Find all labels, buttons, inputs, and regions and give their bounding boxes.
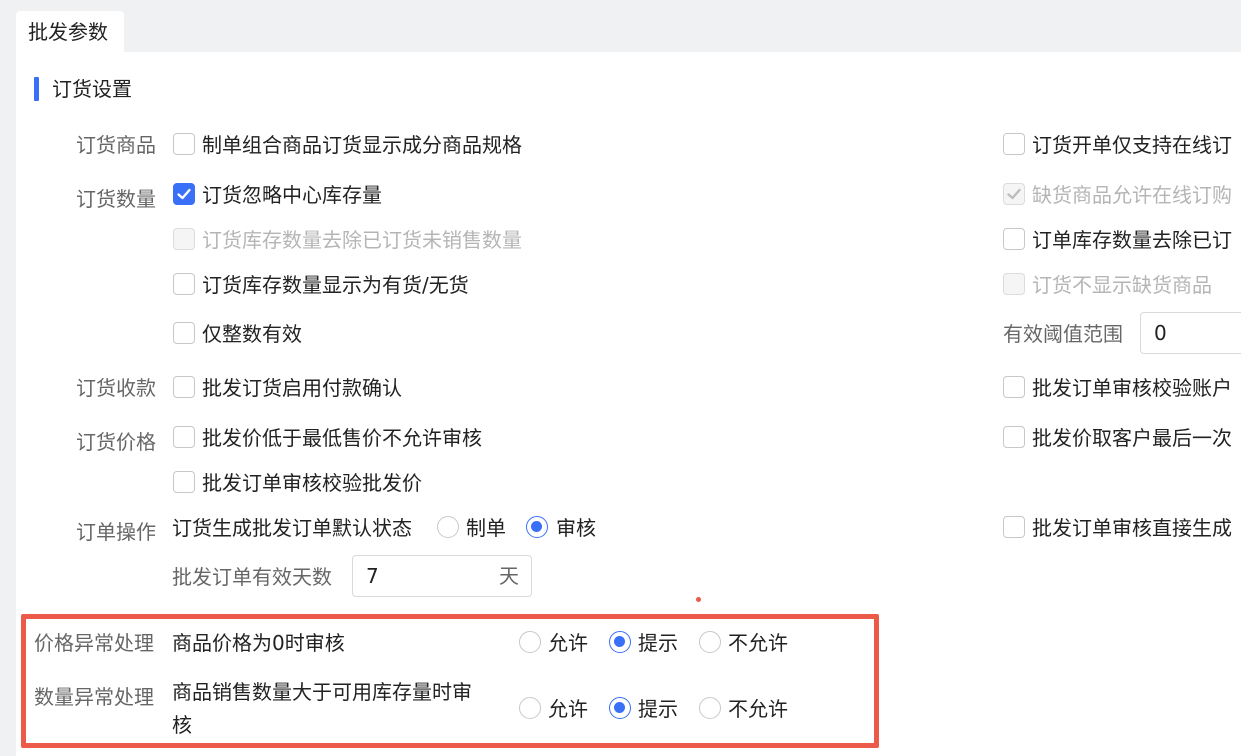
checkbox-payment-confirm[interactable]: [173, 376, 195, 398]
option-label: 订货不显示缺货商品: [1032, 273, 1212, 297]
valid-days-label: 批发订单有效天数: [172, 565, 332, 589]
checkbox-ignore-center-stock[interactable]: [173, 183, 195, 205]
option-label: 订货库存数量去除已订货未销售数量: [202, 228, 522, 252]
checkbox-order-stock-exclude[interactable]: [1003, 228, 1025, 250]
default-status-label: 订货生成批发订单默认状态: [172, 516, 412, 540]
radio-label: 提示: [638, 697, 678, 721]
valid-days-value: 7: [366, 564, 379, 588]
checkbox-allow-shortage-online[interactable]: [1003, 183, 1025, 205]
radio-label: 提示: [638, 631, 678, 655]
row-label-qty-exception: 数量异常处理: [34, 685, 154, 709]
checkbox-integer-only[interactable]: [173, 322, 195, 344]
radio-label: 允许: [548, 697, 588, 721]
threshold-input[interactable]: 0: [1140, 312, 1241, 354]
price-exception-desc: 商品价格为0时审核: [172, 631, 345, 655]
option-label: 仅整数有效: [202, 322, 302, 346]
checkbox-online-order-only[interactable]: [1003, 133, 1025, 155]
option-label: 订货开单仅支持在线订: [1032, 133, 1232, 157]
radio-qty-deny[interactable]: [699, 697, 721, 719]
radio-price-allow[interactable]: [519, 631, 541, 653]
option-label: 批发价取客户最后一次: [1032, 426, 1232, 450]
qty-exception-desc-line2: 核: [172, 713, 192, 737]
checkbox-last-customer-price[interactable]: [1003, 426, 1025, 448]
checkbox-verify-account[interactable]: [1003, 376, 1025, 398]
row-label-payment: 订货收款: [76, 376, 156, 400]
threshold-label: 有效阈值范围: [1003, 322, 1123, 346]
option-label: 批发订单审核校验批发价: [202, 471, 422, 495]
radio-label: 制单: [466, 516, 506, 540]
radio-status-approved[interactable]: [526, 516, 548, 538]
valid-days-input[interactable]: 7 天: [352, 555, 532, 597]
option-label: 批发价低于最低售价不允许审核: [202, 426, 482, 450]
option-label: 批发订货启用付款确认: [202, 376, 402, 400]
checkbox-verify-wholesale-price[interactable]: [173, 471, 195, 493]
section-title: 订货设置: [52, 77, 132, 101]
row-label-price-exception: 价格异常处理: [34, 631, 154, 655]
radio-label: 不允许: [728, 697, 788, 721]
red-marker-dot: [696, 597, 701, 602]
row-label-operation: 订单操作: [76, 520, 156, 544]
option-label: 制单组合商品订货显示成分商品规格: [202, 133, 522, 157]
option-label: 订货忽略中心库存量: [202, 183, 382, 207]
checkbox-direct-generate[interactable]: [1003, 516, 1025, 538]
qty-exception-desc-line1: 商品销售数量大于可用库存量时审: [172, 680, 472, 704]
checkbox-combo-goods-spec[interactable]: [173, 133, 195, 155]
checkbox-stock-as-available[interactable]: [173, 273, 195, 295]
radio-qty-prompt[interactable]: [609, 697, 631, 719]
option-label: 缺货商品允许在线订购: [1032, 183, 1232, 207]
check-icon: [1007, 188, 1021, 200]
radio-status-draft[interactable]: [437, 516, 459, 538]
row-label-goods: 订货商品: [76, 133, 156, 157]
row-label-price: 订货价格: [76, 430, 156, 454]
row-label-qty: 订货数量: [76, 187, 156, 211]
option-label: 订货库存数量显示为有货/无货: [202, 273, 469, 297]
checkbox-exclude-ordered-unsold[interactable]: [173, 228, 195, 250]
radio-price-prompt[interactable]: [609, 631, 631, 653]
option-label: 订单库存数量去除已订: [1032, 228, 1232, 252]
tab-wholesale-params[interactable]: 批发参数: [16, 11, 124, 54]
radio-label: 允许: [548, 631, 588, 655]
checkbox-price-below-min[interactable]: [173, 426, 195, 448]
section-accent-bar: [34, 77, 39, 101]
option-label: 批发订单审核校验账户: [1032, 376, 1232, 400]
radio-label: 不允许: [728, 631, 788, 655]
checkbox-hide-shortage[interactable]: [1003, 273, 1025, 295]
check-icon: [177, 188, 191, 200]
radio-price-deny[interactable]: [699, 631, 721, 653]
option-label: 批发订单审核直接生成: [1032, 516, 1232, 540]
valid-days-unit: 天: [499, 564, 519, 588]
radio-label: 审核: [556, 516, 596, 540]
radio-qty-allow[interactable]: [519, 697, 541, 719]
